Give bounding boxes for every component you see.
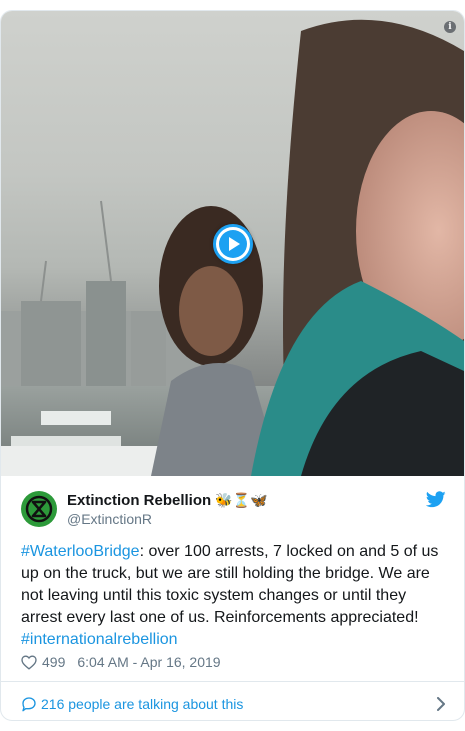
avatar[interactable]	[21, 491, 57, 527]
twitter-bird-icon[interactable]	[426, 491, 446, 508]
hashtag-link[interactable]: #WaterlooBridge	[21, 543, 140, 560]
info-icon[interactable]: i	[444, 21, 456, 33]
play-icon	[219, 230, 247, 258]
conversation-link[interactable]: 216 people are talking about this	[21, 693, 446, 715]
video-player[interactable]: i	[1, 11, 464, 476]
author-emoji: 🐝⏳🦋	[215, 493, 268, 509]
speech-bubble-icon	[22, 697, 36, 712]
play-button[interactable]	[213, 224, 253, 264]
chevron-right-icon[interactable]	[436, 697, 446, 711]
like-count[interactable]: 499	[42, 654, 65, 670]
extinction-symbol-icon	[25, 495, 53, 523]
hashtag-link[interactable]: #internationalrebellion	[21, 631, 178, 648]
author-name[interactable]: Extinction Rebellion 🐝⏳🦋	[67, 492, 267, 509]
tweet-meta: 499 6:04 AM - Apr 16, 2019	[21, 652, 221, 672]
author-name-text[interactable]: Extinction Rebellion	[67, 492, 211, 509]
heart-icon[interactable]	[21, 654, 37, 670]
talking-text[interactable]: 216 people are talking about this	[41, 696, 243, 712]
timestamp[interactable]: 6:04 AM - Apr 16, 2019	[77, 654, 220, 670]
tweet-card[interactable]: i Extinction Rebellion 🐝⏳🦋 @ExtinctionR #…	[0, 10, 465, 721]
author-handle[interactable]: @ExtinctionR	[67, 511, 152, 527]
divider	[1, 681, 464, 682]
tweet-header: Extinction Rebellion 🐝⏳🦋 @ExtinctionR	[21, 489, 446, 529]
tweet-text: #WaterlooBridge: over 100 arrests, 7 loc…	[21, 541, 446, 651]
